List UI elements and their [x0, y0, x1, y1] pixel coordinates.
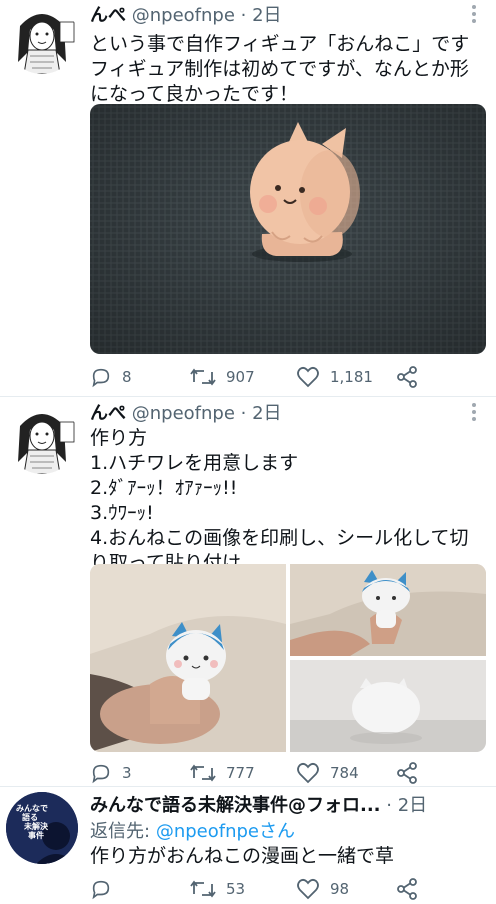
reply-button[interactable]: 3 — [90, 758, 132, 788]
share-button[interactable] — [396, 362, 428, 392]
share-button[interactable] — [396, 874, 428, 904]
avatar-text: みんなで 語る 未解決 事件 — [16, 804, 48, 840]
reply-bubble-icon — [92, 368, 110, 388]
tweet-actions: 3 777 784 — [90, 758, 490, 788]
tweet-actions: 8 907 1,181 — [90, 362, 490, 392]
tweet-photo[interactable] — [90, 104, 486, 354]
tweet-header: んぺ @npeofnpe · 2日 — [90, 403, 282, 424]
heart-icon — [297, 366, 319, 388]
display-name[interactable]: んぺ — [90, 403, 126, 424]
retweet-count: 53 — [226, 880, 246, 898]
reply-button[interactable] — [90, 874, 122, 904]
retweet-button[interactable]: 907 — [190, 362, 255, 392]
tweet-1[interactable]: んぺ @npeofnpe · 2日 という事で自作フィギュア「おんねこ」です フ… — [0, 0, 496, 396]
retweet-button[interactable]: 777 — [190, 758, 255, 788]
display-name[interactable]: みんなで語る未解決事件@フォロ... — [90, 795, 381, 816]
timestamp[interactable]: 2日 — [398, 795, 427, 816]
like-button[interactable]: 784 — [296, 758, 359, 788]
tweet-actions: 53 98 — [90, 874, 490, 904]
reply-bubble-icon — [92, 880, 110, 900]
tweet-photo-3[interactable] — [290, 660, 486, 752]
like-count: 98 — [330, 880, 350, 898]
tweet-photo-1[interactable] — [90, 564, 286, 752]
tweet-3[interactable]: みんなで 語る 未解決 事件 みんなで語る未解決事件@フォロ... · 2日 返… — [0, 788, 496, 904]
like-count: 784 — [330, 764, 359, 782]
display-name[interactable]: んぺ — [90, 5, 126, 26]
share-icon — [397, 762, 417, 784]
avatar[interactable] — [6, 2, 78, 74]
reply-bubble-icon — [92, 764, 110, 784]
tweet-text: 作り方がおんねこの漫画と一緒で草 — [90, 845, 395, 867]
reply-button[interactable]: 8 — [90, 362, 132, 392]
more-dots-icon[interactable] — [466, 400, 482, 424]
share-button[interactable] — [396, 758, 428, 788]
retweet-icon — [190, 764, 216, 782]
tweet-header: みんなで語る未解決事件@フォロ... · 2日 — [90, 795, 428, 816]
share-icon — [397, 366, 417, 388]
like-button[interactable]: 1,181 — [296, 362, 373, 392]
like-count: 1,181 — [330, 368, 373, 386]
reply-to-line: 返信先: @npeofnpeさん — [90, 821, 295, 842]
tweet-text: という事で自作フィギュア「おんねこ」です フィギュア制作は初めてですが、なんとか… — [90, 33, 470, 105]
heart-icon — [297, 878, 319, 900]
reply-count: 3 — [122, 764, 132, 782]
share-icon — [397, 878, 417, 900]
tweet-photo-2[interactable] — [290, 564, 486, 656]
retweet-count: 907 — [226, 368, 255, 386]
divider — [0, 396, 496, 397]
like-button[interactable]: 98 — [296, 874, 349, 904]
avatar[interactable] — [6, 402, 78, 474]
retweet-button[interactable]: 53 — [190, 874, 245, 904]
retweet-icon — [190, 368, 216, 386]
divider — [0, 786, 496, 787]
user-handle[interactable]: @npeofnpe — [132, 5, 235, 26]
tweet-text: 作り方 1.ハチワレを用意します 2.ﾀﾞｱｰｯ！ｵｱｧｰｯ!! 3.ｳﾜｰｯ!… — [90, 427, 469, 574]
timestamp[interactable]: 2日 — [252, 5, 281, 26]
retweet-count: 777 — [226, 764, 255, 782]
more-dots-icon[interactable] — [466, 2, 482, 26]
tweet-2[interactable]: んぺ @npeofnpe · 2日 作り方 1.ハチワレを用意します 2.ﾀﾞｱ… — [0, 398, 496, 786]
heart-icon — [297, 762, 319, 784]
reply-count: 8 — [122, 368, 132, 386]
timestamp[interactable]: 2日 — [252, 403, 281, 424]
tweet-header: んぺ @npeofnpe · 2日 — [90, 5, 282, 26]
reply-to-handle[interactable]: @npeofnpeさん — [156, 821, 295, 842]
user-handle[interactable]: @npeofnpe — [132, 403, 235, 424]
retweet-icon — [190, 880, 216, 898]
avatar[interactable]: みんなで 語る 未解決 事件 — [6, 792, 78, 864]
